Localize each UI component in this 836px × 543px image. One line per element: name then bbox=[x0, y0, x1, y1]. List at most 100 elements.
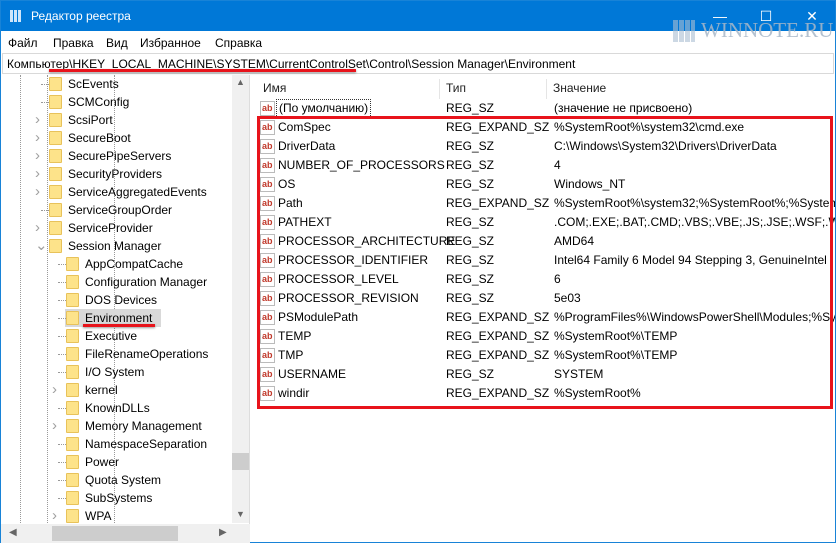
folder-icon bbox=[66, 383, 79, 397]
chevron-right-icon[interactable]: › bbox=[52, 417, 57, 435]
tree-item[interactable]: FileRenameOperations bbox=[1, 345, 231, 363]
folder-icon bbox=[66, 491, 79, 505]
chevron-right-icon[interactable]: › bbox=[35, 219, 40, 237]
window-title: Редактор реестра bbox=[31, 9, 131, 23]
tree-item[interactable]: › SecurityProviders bbox=[1, 165, 231, 183]
tree-item[interactable]: SubSystems bbox=[1, 489, 231, 507]
tree-item[interactable]: NamespaceSeparation bbox=[1, 435, 231, 453]
tree-item-label: ServiceProvider bbox=[68, 221, 153, 235]
folder-icon bbox=[49, 185, 62, 199]
chevron-right-icon[interactable]: › bbox=[35, 165, 40, 183]
tree-item[interactable]: SCMConfig bbox=[1, 93, 231, 111]
tree-item[interactable]: › ServiceProvider bbox=[1, 219, 231, 237]
tree-item-label: ServiceGroupOrder bbox=[68, 203, 173, 217]
chevron-right-icon[interactable]: › bbox=[35, 147, 40, 165]
column-header-name[interactable]: Имя bbox=[263, 81, 286, 95]
tree-item[interactable]: › SecurePipeServers bbox=[1, 147, 231, 165]
tree-item-label: Executive bbox=[85, 329, 138, 343]
maximize-button[interactable]: ☐ bbox=[743, 1, 789, 31]
column-header-value[interactable]: Значение bbox=[553, 81, 606, 95]
tree-item-label: SecurityProviders bbox=[68, 167, 163, 181]
tree-item-label: kernel bbox=[85, 383, 118, 397]
tree-item[interactable]: › kernel bbox=[1, 381, 231, 399]
tree-horizontal-scrollbar[interactable]: ◀ ▶ bbox=[1, 524, 250, 543]
tree-item-label: WPA bbox=[85, 509, 112, 523]
tree-item-label: FileRenameOperations bbox=[85, 347, 209, 361]
tree-item-label: ServiceAggregatedEvents bbox=[68, 185, 207, 199]
tree-item[interactable]: Executive bbox=[1, 327, 231, 345]
folder-icon bbox=[49, 113, 62, 127]
folder-icon bbox=[49, 77, 62, 91]
chevron-right-icon[interactable]: › bbox=[35, 183, 40, 201]
tree-item[interactable]: › SecureBoot bbox=[1, 129, 231, 147]
tree-item-label: SecureBoot bbox=[68, 131, 131, 145]
menu-bar: Файл Правка Вид Избранное Справка bbox=[1, 31, 835, 53]
menu-edit[interactable]: Правка bbox=[53, 36, 94, 50]
tree-item[interactable]: ScEvents bbox=[1, 75, 231, 93]
hscroll-thumb[interactable] bbox=[52, 526, 178, 541]
chevron-right-icon[interactable]: › bbox=[52, 381, 57, 399]
address-highlight bbox=[49, 69, 356, 72]
tree-item-label: SecurePipeServers bbox=[68, 149, 172, 163]
tree-item-label: NamespaceSeparation bbox=[85, 437, 208, 451]
tree-pane: ScEvents SCMConfig › ScsiPort › SecureBoot › Se… bbox=[1, 75, 250, 543]
tree-item[interactable]: Power bbox=[1, 453, 231, 471]
values-highlight-box bbox=[257, 116, 833, 409]
folder-icon bbox=[66, 347, 79, 361]
tree-item-label: KnownDLLs bbox=[85, 401, 150, 415]
folder-icon bbox=[66, 509, 79, 523]
menu-favorites[interactable]: Избранное bbox=[140, 36, 201, 50]
folder-icon bbox=[66, 257, 79, 271]
tree-item-label: Quota System bbox=[85, 473, 162, 487]
folder-icon bbox=[66, 275, 79, 289]
folder-icon bbox=[66, 455, 79, 469]
column-header-type[interactable]: Тип bbox=[446, 81, 466, 95]
chevron-down-icon[interactable]: ⌄ bbox=[35, 237, 48, 255]
menu-view[interactable]: Вид bbox=[106, 36, 128, 50]
tree-item[interactable]: › ScsiPort bbox=[1, 111, 231, 129]
tree-item-label: SubSystems bbox=[85, 491, 153, 505]
tree-item[interactable]: KnownDLLs bbox=[1, 399, 231, 417]
folder-icon bbox=[66, 311, 79, 325]
tree-item[interactable]: ⌄ Session Manager bbox=[1, 237, 231, 255]
tree-item[interactable]: ServiceGroupOrder bbox=[1, 201, 231, 219]
folder-icon bbox=[49, 95, 62, 109]
tree-item[interactable]: › WPA bbox=[1, 507, 231, 525]
folder-icon bbox=[49, 167, 62, 181]
tree-item-label: I/O System bbox=[85, 365, 145, 379]
folder-icon bbox=[49, 239, 62, 253]
scroll-thumb[interactable] bbox=[232, 453, 249, 470]
tree-item[interactable]: I/O System bbox=[1, 363, 231, 381]
tree-item-label: Memory Management bbox=[85, 419, 202, 433]
title-bar: Редактор реестра WINNOTE.RU — ☐ ✕ bbox=[1, 1, 835, 42]
folder-icon bbox=[49, 149, 62, 163]
menu-help[interactable]: Справка bbox=[215, 36, 262, 50]
chevron-right-icon[interactable]: › bbox=[35, 111, 40, 129]
folder-icon bbox=[66, 473, 79, 487]
chevron-right-icon[interactable]: › bbox=[52, 507, 57, 525]
tree-item[interactable]: Quota System bbox=[1, 471, 231, 489]
tree-item[interactable]: › Memory Management bbox=[1, 417, 231, 435]
tree-item[interactable]: Configuration Manager bbox=[1, 273, 231, 291]
tree-item-label: Configuration Manager bbox=[85, 275, 208, 289]
tree-item[interactable]: DOS Devices bbox=[1, 291, 231, 309]
chevron-right-icon[interactable]: › bbox=[35, 129, 40, 147]
tree-item-label: ScsiPort bbox=[68, 113, 113, 127]
folder-icon bbox=[66, 365, 79, 379]
tree-item-label: Power bbox=[85, 455, 120, 469]
folder-icon bbox=[66, 293, 79, 307]
tree-item[interactable]: AppCompatCache bbox=[1, 255, 231, 273]
tree-item-label: ScEvents bbox=[68, 77, 119, 91]
folder-icon bbox=[66, 437, 79, 451]
menu-file[interactable]: Файл bbox=[8, 36, 38, 50]
folder-icon bbox=[49, 131, 62, 145]
tree-item-label: SCMConfig bbox=[68, 95, 130, 109]
folder-icon bbox=[66, 401, 79, 415]
minimize-button[interactable]: — bbox=[697, 1, 743, 31]
tree-item[interactable]: › ServiceAggregatedEvents bbox=[1, 183, 231, 201]
tree-vertical-scrollbar[interactable]: ▲ ▼ bbox=[232, 75, 249, 523]
tree-item-label: Session Manager bbox=[68, 239, 162, 253]
close-button[interactable]: ✕ bbox=[789, 1, 835, 31]
string-value-icon: ab bbox=[260, 101, 275, 116]
folder-icon bbox=[49, 221, 62, 235]
